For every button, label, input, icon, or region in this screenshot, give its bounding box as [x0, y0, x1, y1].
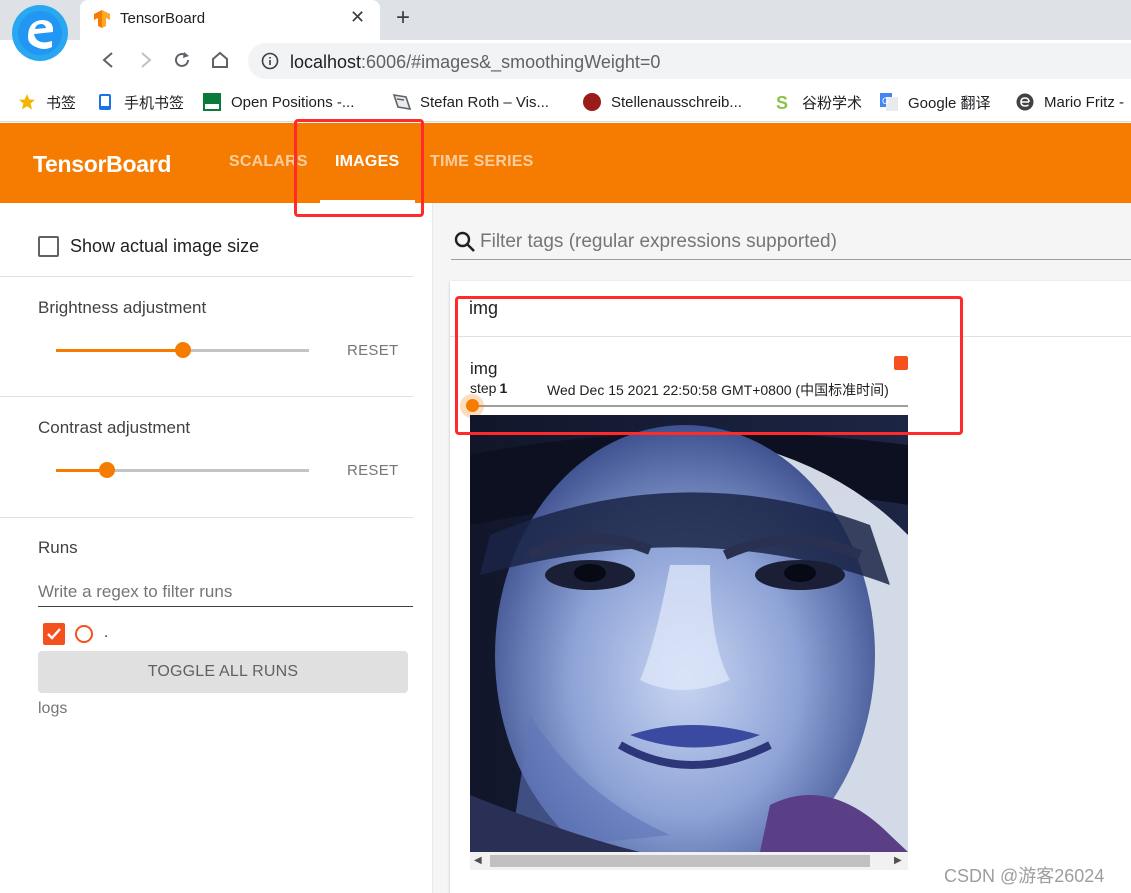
url-path: :6006/#images&_smoothingWeight=0: [361, 52, 661, 72]
reload-icon[interactable]: [170, 48, 194, 72]
sidebar: Show actual image size Brightness adjust…: [0, 203, 432, 893]
back-icon[interactable]: [96, 48, 120, 72]
translate-icon: G: [880, 93, 898, 111]
contrast-slider[interactable]: [56, 462, 309, 478]
bookmark-item[interactable]: G Google 翻译: [880, 92, 991, 112]
image-card-title: img: [470, 359, 498, 378]
step-slider[interactable]: [460, 394, 908, 418]
show-actual-size-checkbox[interactable]: [38, 236, 59, 257]
bookmark-item[interactable]: Mario Fritz -: [1016, 92, 1124, 112]
scroll-right-icon[interactable]: ▶: [894, 855, 902, 866]
bookmark-item[interactable]: Stellenausschreib...: [583, 92, 742, 112]
runs-filter-input[interactable]: [38, 577, 413, 607]
brightness-slider[interactable]: [56, 342, 309, 358]
contrast-label: Contrast adjustment: [38, 418, 191, 437]
bookmark-item[interactable]: S 谷粉学术: [774, 92, 862, 113]
toggle-all-runs-button[interactable]: TOGGLE ALL RUNS: [38, 651, 408, 693]
tab-scalars[interactable]: SCALARS: [229, 153, 308, 171]
tab-close-icon[interactable]: ✕: [350, 7, 365, 28]
bookmark-item[interactable]: Open Positions -...: [203, 92, 354, 112]
wall-time: Wed Dec 15 2021 22:50:58 GMT+0800 (中国标准时…: [547, 382, 889, 398]
browser-tab-title: TensorBoard: [120, 10, 206, 27]
bookmark-item[interactable]: 书签: [18, 92, 76, 112]
step-value: 1: [499, 380, 508, 396]
tab-time-series[interactable]: TIME SERIES: [430, 153, 534, 171]
tensorboard-favicon-icon: [92, 9, 112, 34]
e-logo-icon: [1016, 93, 1034, 111]
svg-text:S: S: [776, 93, 788, 111]
bookmark-item[interactable]: 手机书签: [96, 92, 184, 112]
contrast-reset-button[interactable]: RESET: [347, 462, 399, 479]
brightness-slider-fill: [56, 349, 183, 352]
new-tab-icon[interactable]: +: [396, 4, 410, 32]
tag-filter-input[interactable]: [480, 229, 1120, 255]
bookmarks-bar: 书签 手机书签 Open Positions -... Stefan Roth …: [0, 82, 1131, 122]
url-host: localhost: [290, 52, 362, 72]
forward-icon[interactable]: [134, 48, 158, 72]
tensorboard-brand[interactable]: TensorBoard: [33, 151, 171, 178]
watermark: CSDN @游客26024: [944, 866, 1105, 886]
run-color-swatch[interactable]: [75, 625, 93, 643]
scrollbar-thumb[interactable]: [490, 855, 870, 867]
svg-text:G: G: [882, 96, 889, 106]
tensorboard-header: TensorBoard SCALARS IMAGES TIME SERIES: [0, 123, 1131, 203]
logdir-label: logs: [38, 700, 68, 717]
bookmark-item[interactable]: Stefan Roth – Vis...: [392, 92, 549, 112]
run-checkbox[interactable]: [43, 623, 65, 645]
runs-label: Runs: [38, 538, 78, 557]
circle-red-icon: [583, 93, 601, 111]
summary-image: [470, 415, 908, 852]
url-text: localhost:6006/#images&_smoothingWeight=…: [290, 52, 660, 73]
divider: [450, 336, 1131, 337]
tab-images[interactable]: IMAGES: [335, 153, 399, 171]
home-icon[interactable]: [208, 48, 232, 72]
face-image: [470, 415, 908, 852]
search-icon: [453, 230, 477, 259]
brightness-slider-thumb[interactable]: [174, 342, 191, 358]
browser-toolbar: localhost:6006/#images&_smoothingWeight=…: [0, 40, 1131, 82]
tag-group-card: img img step 1 Wed Dec 15 2021 22:50:58 G…: [450, 281, 1131, 893]
check-icon: [47, 628, 61, 640]
star-icon: [18, 93, 36, 111]
divider: [0, 276, 413, 277]
brightness-label: Brightness adjustment: [38, 298, 207, 317]
expand-icon[interactable]: [894, 356, 908, 370]
s-logo-icon: S: [774, 93, 792, 113]
phone-icon: [96, 93, 114, 111]
main-panel: img img step1 Wed Dec 15 2021 22:50:58 G…: [433, 203, 1131, 893]
horizontal-scrollbar[interactable]: ◀ ▶: [470, 852, 908, 870]
step-slider-thumb[interactable]: [466, 399, 479, 412]
divider: [0, 517, 413, 518]
vision-logo-icon: [392, 93, 412, 111]
site-info-icon[interactable]: [261, 52, 279, 75]
scroll-left-icon[interactable]: ◀: [474, 855, 482, 866]
brightness-reset-button[interactable]: RESET: [347, 342, 399, 359]
contrast-slider-thumb[interactable]: [98, 462, 115, 478]
divider: [0, 396, 413, 397]
run-name: .: [104, 624, 109, 641]
browser-tab-strip: TensorBoard ✕ +: [0, 0, 1131, 40]
browser-logo-icon: [8, 3, 72, 61]
browser-tab[interactable]: TensorBoard ✕: [80, 0, 380, 40]
lmu-logo-icon: [203, 93, 221, 111]
show-actual-size-label[interactable]: Show actual image size: [70, 236, 259, 257]
tag-filter-box: [451, 226, 1131, 260]
tag-group-title[interactable]: img: [469, 298, 498, 319]
address-bar[interactable]: localhost:6006/#images&_smoothingWeight=…: [248, 43, 1131, 79]
